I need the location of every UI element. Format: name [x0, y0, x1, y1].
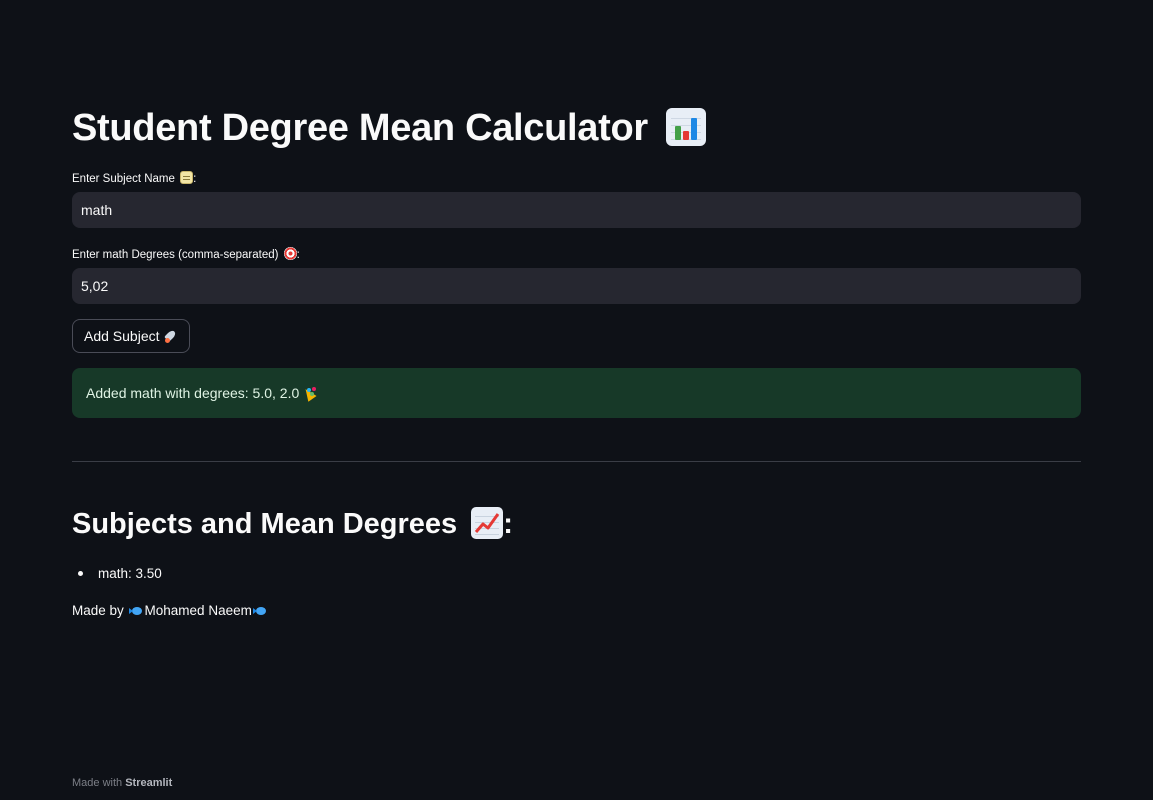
author-name: Mohamed Naeem — [144, 603, 252, 618]
rocket-icon — [164, 329, 178, 343]
streamlit-app: Student Degree Mean Calculator Enter Sub… — [0, 0, 1153, 800]
fish-icon — [128, 606, 144, 616]
party-popper-icon — [302, 386, 317, 401]
subject-means-list: math: 3.50 — [78, 566, 162, 581]
success-alert-text: Added math with degrees: 5.0, 2.0 — [86, 385, 300, 401]
bullet-icon — [78, 571, 83, 576]
chart-increasing-icon — [471, 507, 504, 539]
divider — [72, 461, 1081, 462]
page-title-text: Student Degree Mean Calculator — [72, 107, 648, 149]
bar-chart-icon — [666, 108, 707, 146]
target-icon — [283, 247, 297, 260]
list-item: math: 3.50 — [78, 566, 162, 581]
degrees-label: Enter math Degrees (comma-separated) : — [72, 247, 300, 261]
success-alert: Added math with degrees: 5.0, 2.0 — [72, 368, 1081, 418]
page-title: Student Degree Mean Calculator — [72, 104, 707, 152]
results-heading: Subjects and Mean Degrees : — [72, 507, 513, 540]
memo-icon — [180, 171, 194, 184]
streamlit-link[interactable]: Streamlit — [125, 777, 172, 789]
footer: Made with Streamlit — [72, 777, 173, 789]
subject-name-input[interactable] — [72, 192, 1081, 228]
fish-icon — [252, 606, 268, 616]
author-credit: Made by Mohamed Naeem — [72, 603, 269, 618]
subject-name-label: Enter Subject Name : — [72, 171, 197, 185]
add-subject-button[interactable]: Add Subject — [72, 319, 190, 353]
degrees-input[interactable] — [72, 268, 1081, 304]
add-subject-button-label: Add Subject — [84, 328, 160, 344]
